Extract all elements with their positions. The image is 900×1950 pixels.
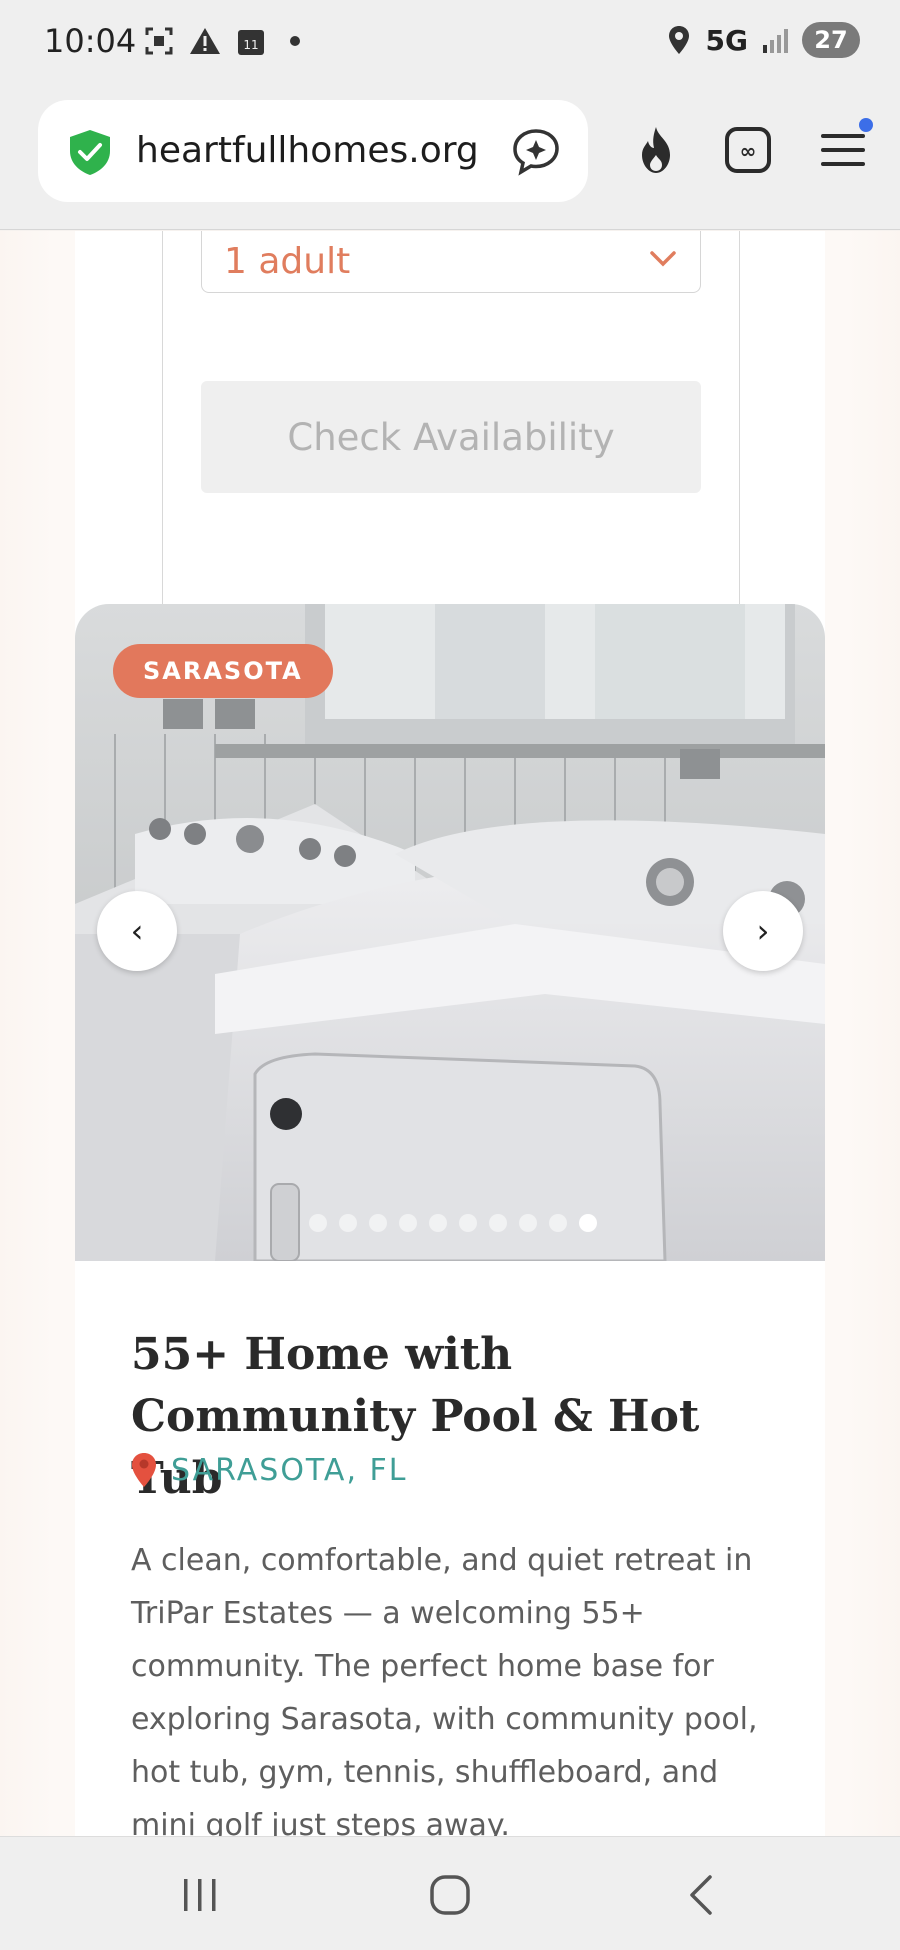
url-text[interactable]: heartfullhomes.org	[136, 130, 479, 171]
listing-photo[interactable]: SARASOTA ‹ ›	[75, 604, 825, 1261]
city-badge: SARASOTA	[113, 644, 333, 698]
calendar-day: 11	[243, 38, 258, 52]
browser-toolbar: heartfullhomes.org ∞	[0, 90, 900, 230]
signal-icon	[758, 23, 792, 57]
flame-icon[interactable]	[628, 122, 684, 178]
svg-text:∞: ∞	[740, 139, 757, 163]
warning-icon	[188, 24, 222, 58]
battery-indicator: 27	[802, 22, 860, 58]
pagination-dot[interactable]	[519, 1214, 537, 1232]
guests-value: 1 adult	[224, 241, 351, 282]
listing-description: A clean, comfortable, and quiet retreat …	[131, 1543, 758, 1836]
pagination-dot[interactable]	[429, 1214, 447, 1232]
screenshot-icon	[142, 24, 176, 58]
pagination-dot[interactable]	[489, 1214, 507, 1232]
location-icon	[662, 23, 696, 57]
pagination-dot[interactable]	[549, 1214, 567, 1232]
notification-dot	[290, 36, 300, 46]
pagination-dot[interactable]	[399, 1214, 417, 1232]
menu-icon[interactable]	[815, 118, 873, 178]
pagination-dot[interactable]	[309, 1214, 327, 1232]
previous-photo-button[interactable]: ‹	[97, 891, 177, 971]
laundry-photo	[75, 604, 825, 1261]
pagination-dot[interactable]	[459, 1214, 477, 1232]
shield-check-icon[interactable]	[66, 128, 114, 176]
photo-pagination-dots	[309, 1214, 597, 1232]
assistant-icon[interactable]	[510, 126, 562, 178]
web-page: 1 adult Check Availability SARASOTA ‹ › …	[0, 231, 900, 1836]
next-photo-button[interactable]: ›	[723, 891, 803, 971]
back-icon[interactable]	[674, 1871, 730, 1919]
home-icon[interactable]	[422, 1871, 478, 1919]
menu-notification-dot	[859, 118, 873, 132]
network-label: 5G	[705, 23, 748, 57]
check-availability-button[interactable]: Check Availability	[201, 381, 701, 493]
status-right: 5G 27	[662, 22, 860, 58]
map-pin-icon	[131, 1452, 157, 1488]
system-nav-bar	[0, 1836, 900, 1950]
recent-apps-icon[interactable]	[172, 1871, 228, 1919]
pagination-dot[interactable]	[369, 1214, 387, 1232]
tabs-icon[interactable]: ∞	[720, 122, 776, 178]
location-label: SARASOTA, FL	[171, 1452, 408, 1488]
chevron-down-icon	[650, 251, 676, 267]
calendar-icon: 11	[234, 24, 268, 58]
address-bar[interactable]: heartfullhomes.org	[38, 100, 588, 202]
listing-location: SARASOTA, FL	[131, 1452, 408, 1488]
pagination-dot[interactable]	[579, 1214, 597, 1232]
guests-select[interactable]: 1 adult	[201, 231, 701, 293]
pagination-dot[interactable]	[339, 1214, 357, 1232]
listing-card[interactable]: SARASOTA ‹ › 55+ Home with Community Poo…	[75, 604, 825, 1836]
status-left-icons: 11	[142, 24, 300, 58]
status-time: 10:04	[44, 22, 137, 60]
status-bar: 10:04 11 5G 27	[0, 0, 900, 90]
